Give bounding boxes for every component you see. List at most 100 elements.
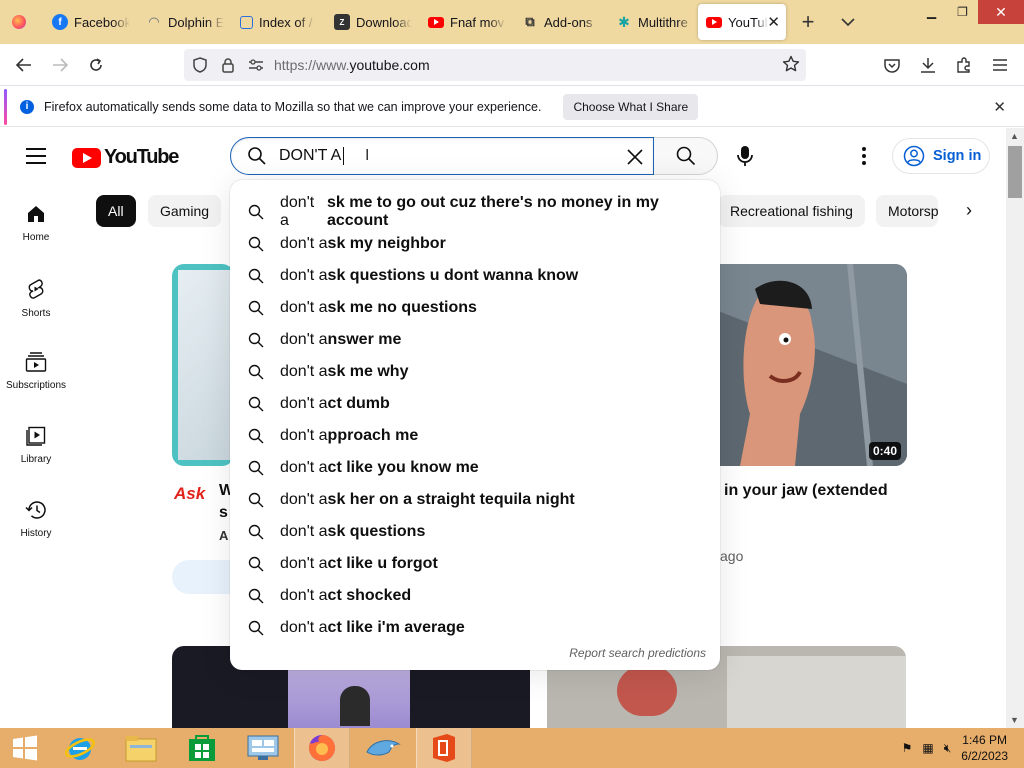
permissions-icon[interactable] [242,49,270,81]
suggestion-completion-text: ct shocked [327,587,412,604]
scroll-up-arrow-icon[interactable]: ▲ [1010,131,1019,141]
start-button[interactable] [0,728,50,768]
search-suggestion-item[interactable]: don't a sk questions u dont wanna know [230,260,720,292]
choose-what-i-share-button[interactable]: Choose What I Share [563,93,699,120]
chip-all[interactable]: All [96,195,136,227]
tab-addons[interactable]: ⧉ Add-ons [508,0,602,44]
action-center-flag-icon[interactable]: ⚑ [902,741,913,755]
guide-item-library[interactable]: Library [0,406,72,480]
video-action-button[interactable] [172,560,234,594]
list-all-tabs-button[interactable] [828,0,868,44]
lock-icon[interactable] [214,49,242,81]
tab-download[interactable]: Z Download [320,0,414,44]
downloads-button[interactable] [910,47,946,83]
search-suggestion-item[interactable]: don't a sk my neighbor [230,228,720,260]
tab-label: Multithre [638,14,688,30]
scroll-down-arrow-icon[interactable]: ▼ [1010,715,1019,725]
taskbar-internet-explorer[interactable] [50,728,110,768]
suggestion-typed-text: don't a [280,267,328,284]
info-icon: i [20,99,34,114]
forward-button[interactable] [42,47,78,83]
chevron-right-icon[interactable]: › [966,200,972,221]
search-suggestion-item[interactable]: don't a sk me no questions [230,292,720,324]
facebook-icon: f [52,14,68,30]
settings-kebab-icon[interactable] [856,144,872,168]
search-suggestion-item[interactable]: don't a ct dumb [230,388,720,420]
video-title-1-line2[interactable]: s [219,502,228,524]
taskbar-office[interactable] [416,728,472,768]
search-suggestion-item[interactable]: don't a pproach me [230,420,720,452]
taskbar-file-explorer[interactable] [110,728,172,768]
video-thumbnail-1[interactable] [172,264,234,466]
guide-item-subscriptions[interactable]: Subscriptions [0,332,72,406]
bookmark-star-icon[interactable] [782,55,800,78]
close-window-button[interactable]: ✕ [978,0,1024,24]
firefox-icon [12,15,26,29]
youtube-header: YouTube DON'T A I Sign in [0,128,1006,184]
video-title-2[interactable]: in your jaw (extended [724,480,888,502]
video-thumbnail-2[interactable]: 0:40 [700,264,907,466]
search-icon [248,524,264,540]
scrollbar-thumb[interactable] [1008,146,1022,198]
subscriptions-icon [25,352,47,372]
search-box[interactable]: DON'T A I [230,137,654,175]
taskbar-clock[interactable]: 1:46 PM 6/2/2023 [961,732,1008,764]
tab-fnaf[interactable]: Fnaf mov [414,0,508,44]
new-tab-button[interactable]: + [788,0,828,44]
network-icon[interactable]: ▦ [922,741,933,755]
taskbar-remote-desktop[interactable] [232,728,294,768]
taskbar-dolphin-emulator[interactable] [350,728,416,768]
url-bar[interactable]: https://www.youtube.com [184,49,806,81]
page-scrollbar[interactable]: ▲ ▼ [1006,128,1024,728]
search-suggestion-item[interactable]: don't a sk questions [230,516,720,548]
search-suggestion-item[interactable]: don't a nswer me [230,324,720,356]
voice-search-button[interactable] [726,137,764,175]
sign-in-button[interactable]: Sign in [892,138,990,174]
tab-index[interactable]: Index of / [226,0,320,44]
volume-muted-icon[interactable]: 🔇︎ [944,741,952,756]
reload-button[interactable] [78,47,114,83]
video-channel-1[interactable]: A [219,528,228,543]
taskbar-store[interactable] [172,728,232,768]
suggestion-typed-text: don't a [280,331,328,348]
search-suggestion-item[interactable]: don't a sk her on a straight tequila nigh… [230,484,720,516]
search-suggestion-item[interactable]: don't a ct like u forgot [230,548,720,580]
tracking-shield-icon[interactable] [186,49,214,81]
search-suggestion-item[interactable]: don't a ct like i'm average [230,612,720,644]
guide-menu-icon[interactable] [26,148,46,169]
close-tab-icon[interactable]: ✕ [767,13,780,31]
close-notification-icon[interactable]: ✕ [993,98,1006,116]
chip-recreational-fishing[interactable]: Recreational fishing [718,195,865,227]
pocket-button[interactable] [874,47,910,83]
tab-youtube-active[interactable]: YouTub ✕ [698,4,786,40]
chip-gaming[interactable]: Gaming [148,195,222,227]
guide-item-shorts[interactable]: Shorts [0,258,72,332]
restore-button[interactable]: ❐ [947,0,978,24]
youtube-logo[interactable]: YouTube [72,146,179,169]
close-icon [627,149,643,165]
guide-item-home[interactable]: Home [0,184,72,258]
search-suggestion-item[interactable]: don't a ct like you know me [230,452,720,484]
search-button[interactable] [654,137,718,175]
search-suggestion-item[interactable]: don't a sk me to go out cuz there's no mo… [230,194,720,229]
search-suggestion-item[interactable]: don't a sk me why [230,356,720,388]
suggestion-completion-text: sk questions [327,523,426,540]
chip-motorsports[interactable]: Motorsp [876,195,938,227]
extensions-button[interactable] [946,47,982,83]
tab-dolphin[interactable]: ◠ Dolphin E [132,0,226,44]
window-controls: ▁ ❐ ✕ [916,0,1024,24]
search-input[interactable]: DON'T A [279,147,341,165]
search-suggestion-item[interactable]: don't a ct shocked [230,580,720,612]
channel-avatar[interactable]: Ask [174,484,205,504]
suggestion-completion-text: pproach me [327,427,419,444]
clear-search-button[interactable] [623,145,647,169]
tab-multithreaded[interactable]: ✱ Multithre [602,0,696,44]
guide-item-history[interactable]: History [0,480,72,554]
minimize-button[interactable]: ▁ [916,0,947,24]
firefox-menu-button[interactable] [0,0,38,44]
taskbar-firefox[interactable] [294,728,350,768]
report-search-predictions-link[interactable]: Report search predictions [569,646,706,660]
tab-facebook[interactable]: f Facebook [38,0,132,44]
app-menu-button[interactable] [982,47,1018,83]
back-button[interactable] [6,47,42,83]
